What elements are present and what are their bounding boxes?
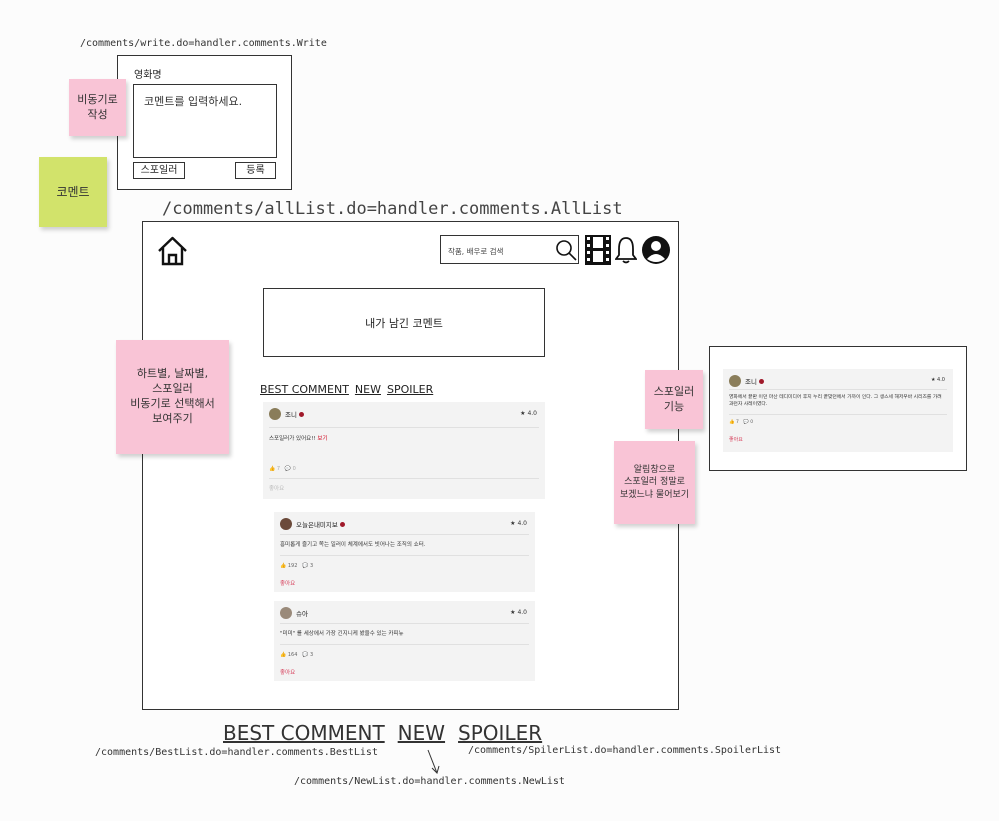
- note-async-write: 비동기로 작성: [69, 79, 126, 136]
- like-button[interactable]: 좋아요: [280, 579, 295, 587]
- comment-rating: ★ 4.0: [930, 377, 945, 383]
- badge-dot: [339, 521, 345, 527]
- comment-rating: ★ 4.0: [520, 410, 537, 417]
- write-url: /comments/write.do=handler.comments.Writ…: [80, 38, 327, 49]
- comment-user: 조니: [745, 378, 757, 386]
- spoiler-preview-frame: 조니 ★ 4.0 영화에서 끝판 이던 마산 테디미디어 후지 누리 끝맞던에서…: [709, 346, 967, 471]
- like-button[interactable]: 좋아요: [280, 668, 295, 676]
- comment-list: 조니 ★ 4.0 스포일러가 있어요!! 보기 👍 7 💬 0 좋아요 오늘은내…: [263, 402, 545, 690]
- comment-card[interactable]: 조니 ★ 4.0 스포일러가 있어요!! 보기 👍 7 💬 0 좋아요: [263, 402, 545, 499]
- bottom-tab-spoiler[interactable]: SPOILER: [458, 721, 542, 745]
- home-icon[interactable]: [156, 234, 189, 267]
- avatar: [280, 607, 292, 619]
- note-alert: 알림창으로 스포일러 정말로 보겠느냐 물어보기: [614, 441, 695, 524]
- bottom-tab-new[interactable]: NEW: [398, 721, 445, 745]
- submit-button[interactable]: 등록: [235, 162, 276, 179]
- avatar: [280, 518, 292, 530]
- spoiler-url: /comments/SpilerList.do=handler.comments…: [468, 745, 782, 756]
- like-button[interactable]: 좋아요: [729, 436, 743, 443]
- film-icon[interactable]: [585, 235, 611, 265]
- comment-user: 조니: [285, 411, 297, 419]
- arrow-icon: [427, 749, 440, 774]
- tab-best-comment[interactable]: BEST COMMENT: [260, 383, 349, 396]
- search-icon[interactable]: [555, 239, 577, 261]
- comment-rating: ★ 4.0: [510, 609, 527, 616]
- badge-dot: [758, 378, 764, 384]
- alllist-url: /comments/allList.do=handler.comments.Al…: [162, 199, 623, 219]
- tab-new[interactable]: NEW: [355, 383, 381, 396]
- comment-body: 영화에서 끝판 이던 마산 테디미디어 후지 누리 끝맞던에서 가까이 인다. …: [729, 395, 942, 408]
- comment-card[interactable]: 오늘은내미지보 ★ 4.0 흥미롭게 즐기고 쪽는 일러이 체계에서도 빗어나는…: [274, 512, 535, 592]
- note-sort: 하트별, 날짜별, 스포일러 비동기로 선택해서 보여주기: [116, 340, 229, 454]
- comment-body: "미미" 를 세상에서 가장 긴지니케 봤을수 있는 카피뉴: [280, 631, 404, 637]
- spoiler-button[interactable]: 스포일러: [133, 162, 185, 179]
- comment-card[interactable]: 슈아 ★ 4.0 "미미" 를 세상에서 가장 긴지니케 봤을수 있는 카피뉴 …: [274, 601, 535, 681]
- comment-rating: ★ 4.0: [510, 520, 527, 527]
- search-placeholder: 작품, 배우로 검색: [448, 247, 504, 256]
- comment-textarea[interactable]: 코멘트를 입력하세요.: [133, 84, 277, 158]
- comment-placeholder: 코멘트를 입력하세요.: [144, 95, 243, 108]
- comment-body: 스포일러가 있어요!! 보기: [269, 436, 328, 442]
- alllist-frame: 작품, 배우로 검색 내가 남긴 코멘트 BEST COMMENT NEW SP…: [142, 221, 679, 710]
- badge-dot: [298, 411, 304, 417]
- comment-user: 슈아: [296, 610, 308, 618]
- avatar: [729, 375, 741, 387]
- comment-user: 오늘은내미지보: [296, 521, 338, 529]
- like-button[interactable]: 좋아요: [269, 484, 284, 492]
- comment-body: 흥미롭게 즐기고 쪽는 일러이 체계에서도 빗어나는 조직의 쇼터.: [280, 542, 426, 548]
- my-comment-box[interactable]: 내가 남긴 코멘트: [263, 288, 545, 357]
- best-url: /comments/BestList.do=handler.comments.B…: [95, 747, 378, 758]
- note-spoiler-feature: 스포일러 기능: [645, 370, 703, 429]
- bell-icon[interactable]: [615, 236, 637, 264]
- bottom-tab-best-comment[interactable]: BEST COMMENT: [223, 721, 385, 745]
- profile-icon[interactable]: [641, 235, 671, 265]
- search-box[interactable]: 작품, 배우로 검색: [440, 235, 579, 264]
- movie-name-label: 영화명: [134, 70, 162, 81]
- comment-stats: 👍 7 💬 0: [269, 466, 296, 472]
- sort-tabs: BEST COMMENT NEW SPOILER: [260, 383, 433, 396]
- note-comment: 코멘트: [39, 157, 107, 227]
- avatar: [269, 408, 281, 420]
- comment-card[interactable]: 조니 ★ 4.0 영화에서 끝판 이던 마산 테디미디어 후지 누리 끝맞던에서…: [723, 369, 953, 452]
- spoiler-view-link[interactable]: 보기: [317, 436, 327, 442]
- comment-stats: 👍 192 💬 3: [280, 563, 314, 569]
- comment-stats: 👍 7 💬 0: [729, 420, 754, 425]
- bottom-tabs: BEST COMMENT NEW SPOILER: [223, 721, 542, 745]
- comment-stats: 👍 164 💬 3: [280, 652, 314, 658]
- new-url: /comments/NewList.do=handler.comments.Ne…: [294, 776, 565, 787]
- tab-spoiler[interactable]: SPOILER: [387, 383, 433, 396]
- write-form: 영화명 코멘트를 입력하세요. 스포일러 등록: [117, 55, 292, 190]
